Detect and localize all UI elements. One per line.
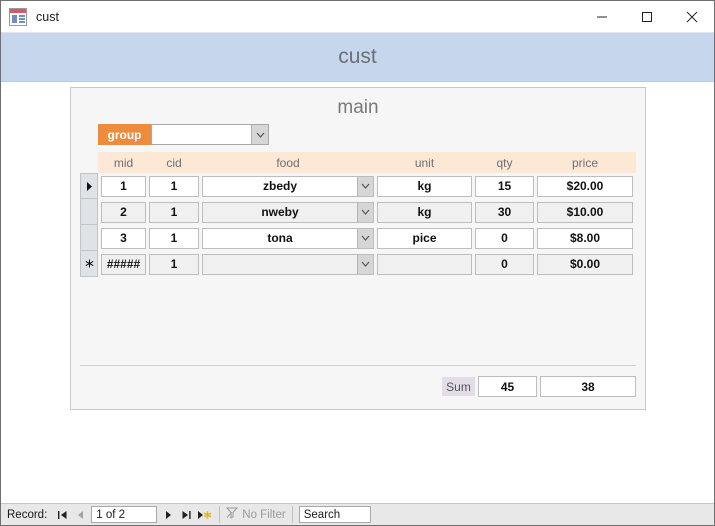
group-row: group (98, 124, 269, 145)
cell-price[interactable]: $0.00 (537, 253, 633, 275)
table-row: 3 1 tona pice 0 $8.00 (80, 225, 636, 251)
chevron-down-icon[interactable] (357, 228, 373, 248)
cell-mid[interactable]: 1 (101, 175, 146, 197)
row-selector[interactable] (80, 199, 98, 225)
window-title: cust (36, 9, 59, 24)
cell-qty[interactable]: 30 (475, 201, 534, 223)
form-header-band: cust (1, 33, 714, 82)
sum-qty-total: 45 (478, 376, 537, 397)
record-label: Record: (7, 508, 48, 521)
access-form-icon (9, 7, 27, 26)
column-header-cid[interactable]: cid (149, 152, 199, 173)
cell-food-value: tona (267, 231, 293, 245)
maximize-icon[interactable] (624, 1, 669, 32)
subform-footer-divider (80, 365, 636, 366)
first-record-icon[interactable] (53, 506, 71, 524)
column-header-food[interactable]: food (202, 152, 374, 173)
new-record-icon[interactable] (195, 506, 213, 524)
chevron-down-icon[interactable] (357, 202, 373, 222)
form-detail-section: ID 1 name عبد الله main group (1, 82, 714, 503)
previous-record-icon[interactable] (71, 506, 89, 524)
cell-cid[interactable]: 1 (149, 253, 199, 275)
chevron-down-icon[interactable] (357, 254, 373, 274)
record-position-input[interactable]: 1 of 2 (91, 506, 158, 523)
cell-food-combobox[interactable]: zbedy (202, 175, 374, 197)
subform-title: main (337, 97, 379, 118)
cell-unit[interactable]: pice (377, 227, 472, 249)
row-selector-new-record[interactable] (80, 251, 98, 277)
column-header-price[interactable]: price (537, 152, 633, 173)
cell-cid[interactable]: 1 (149, 175, 199, 197)
cell-price[interactable]: $20.00 (537, 175, 633, 197)
minimize-icon[interactable] (579, 1, 624, 32)
column-header-qty[interactable]: qty (475, 152, 534, 173)
row-selector[interactable] (80, 225, 98, 251)
sum-label: Sum (442, 377, 475, 396)
cell-qty[interactable]: 15 (475, 175, 534, 197)
row-selector-current[interactable] (80, 173, 98, 199)
cell-qty[interactable]: 0 (475, 227, 534, 249)
filter-label: No Filter (242, 508, 286, 521)
cell-food-value: zbedy (262, 179, 297, 193)
table-row-new: ##### 1 0 $0.00 (80, 251, 636, 277)
subform-main: main group mid cid food unit qty price 1… (70, 87, 646, 410)
cell-food-combobox[interactable]: tona (202, 227, 374, 249)
header-selector-spacer (80, 152, 98, 173)
subform-summary-row: Sum 45 38 (80, 376, 636, 397)
title-bar: cust (1, 1, 714, 33)
chevron-down-icon[interactable] (251, 125, 268, 144)
cell-unit[interactable]: kg (377, 201, 472, 223)
cell-price[interactable]: $8.00 (537, 227, 633, 249)
cell-unit[interactable]: kg (377, 175, 472, 197)
cell-qty[interactable]: 0 (475, 253, 534, 275)
group-combobox[interactable] (151, 124, 269, 145)
record-navigation-bar: Record: 1 of 2 No Filter Search (1, 503, 714, 525)
filter-icon (226, 507, 239, 522)
next-record-icon[interactable] (159, 506, 177, 524)
cell-cid[interactable]: 1 (149, 201, 199, 223)
datasheet: mid cid food unit qty price 1 1 zbedy kg… (80, 152, 636, 277)
window-controls (579, 1, 714, 32)
column-header-unit[interactable]: unit (377, 152, 472, 173)
cell-price[interactable]: $10.00 (537, 201, 633, 223)
cell-mid[interactable]: ##### (101, 253, 146, 275)
access-form-window: cust cust ID 1 name ع (0, 0, 715, 526)
cell-unit[interactable] (377, 253, 472, 275)
search-input-value: Search (303, 508, 341, 521)
search-input[interactable]: Search (298, 506, 371, 523)
table-row: 1 1 zbedy kg 15 $20.00 (80, 173, 636, 199)
form-title: cust (338, 45, 377, 68)
nav-divider (219, 506, 221, 523)
last-record-icon[interactable] (177, 506, 195, 524)
chevron-down-icon[interactable] (357, 176, 373, 196)
record-position-value: 1 of 2 (96, 508, 126, 521)
filter-status[interactable]: No Filter (226, 507, 286, 522)
cell-mid[interactable]: 2 (101, 201, 146, 223)
sum-price-total: 38 (540, 376, 636, 397)
table-row: 2 1 nweby kg 30 $10.00 (80, 199, 636, 225)
label-group: group (98, 124, 151, 145)
nav-divider-2 (291, 506, 293, 523)
cell-cid[interactable]: 1 (149, 227, 199, 249)
datasheet-header-row: mid cid food unit qty price (80, 152, 636, 173)
cell-food-combobox[interactable] (202, 253, 374, 275)
cell-food-combobox[interactable]: nweby (202, 201, 374, 223)
column-header-mid[interactable]: mid (101, 152, 146, 173)
cell-mid[interactable]: 3 (101, 227, 146, 249)
close-icon[interactable] (669, 1, 714, 32)
cell-food-value: nweby (261, 205, 299, 219)
